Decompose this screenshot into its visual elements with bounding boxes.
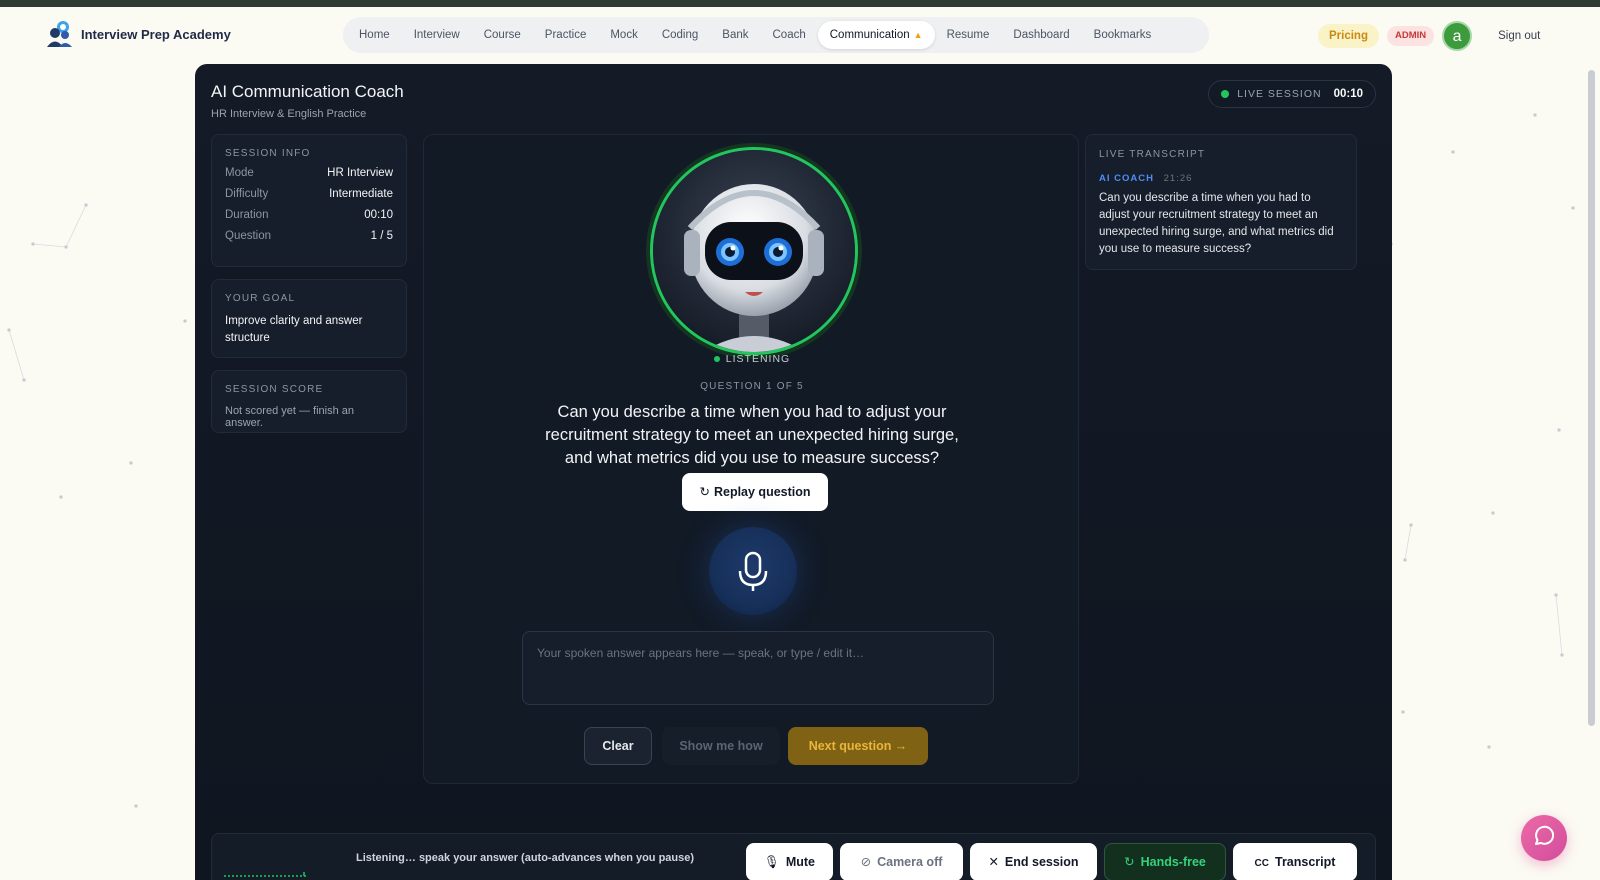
nav-item-bookmarks[interactable]: Bookmarks (1082, 21, 1164, 49)
info-row-mode: Mode HR Interview (225, 167, 393, 179)
info-value: Intermediate (329, 188, 393, 200)
nav-right: Pricing ADMIN a Sign out (1318, 21, 1540, 51)
transcript-label: LIVE TRANSCRIPT (1099, 149, 1206, 160)
live-session-label: LIVE SESSION (1237, 88, 1322, 100)
transcript-text: Can you describe a time when you had to … (1099, 192, 1334, 255)
info-value: HR Interview (327, 167, 393, 179)
sign-out-link[interactable]: Sign out (1498, 30, 1540, 42)
brand-name: Interview Prep Academy (81, 26, 231, 42)
avatar[interactable]: a (1442, 21, 1473, 51)
live-session-timer: 00:10 (1333, 88, 1363, 100)
info-value: 00:10 (364, 209, 393, 221)
page-scrollbar[interactable] (1588, 70, 1595, 726)
nav-item-practice[interactable]: Practice (533, 21, 599, 49)
info-key: Duration (225, 209, 269, 221)
admin-badge[interactable]: ADMIN (1386, 26, 1435, 46)
coach-panel: AI Communication Coach HR Interview & En… (195, 64, 1392, 880)
listening-hint: Listening… speak your answer (auto-advan… (356, 852, 695, 864)
captions-icon: CC (1254, 858, 1269, 869)
listening-label: LISTENING (725, 353, 791, 365)
replay-question-button[interactable]: ↻ Replay question (682, 473, 828, 511)
session-info-label: SESSION INFO (225, 148, 311, 159)
audio-waveform (224, 872, 306, 877)
info-key: Question (225, 230, 272, 242)
live-session-badge: LIVE SESSION 00:10 (1208, 80, 1376, 108)
ai-coach-avatar (650, 147, 858, 355)
nav-item-mock[interactable]: Mock (598, 21, 649, 49)
info-row-duration: Duration 00:10 (225, 209, 393, 221)
nav-item-resume[interactable]: Resume (935, 21, 1002, 49)
nav-item-home[interactable]: Home (347, 21, 402, 49)
nav-item-interview[interactable]: Interview (402, 21, 472, 49)
chat-button[interactable] (1521, 815, 1567, 861)
pricing-button[interactable]: Pricing (1318, 24, 1379, 48)
top-navbar: Interview Prep Academy Home Interview Co… (0, 7, 1600, 65)
page-title: AI Communication Coach (211, 82, 404, 101)
hands-free-label: Hands-free (1140, 855, 1206, 869)
question-text: Can you describe a time when you had to … (545, 403, 959, 467)
info-row-difficulty: Difficulty Intermediate (225, 188, 393, 200)
coach-stage: LISTENING QUESTION 1 OF 5 Can you descri… (423, 134, 1079, 784)
goal-text: Improve clarity and answer structure (225, 315, 363, 344)
camera-off-icon: ⊘ (860, 855, 872, 869)
main-nav: Home Interview Course Practice Mock Codi… (343, 17, 1209, 53)
live-dot-icon (1221, 90, 1230, 98)
answer-input[interactable] (522, 631, 994, 705)
chat-bubble-icon (1535, 825, 1555, 845)
end-session-label: End session (1004, 855, 1079, 869)
goal-card: YOUR GOAL Improve clarity and answer str… (211, 279, 407, 358)
mute-label: Mute (785, 855, 816, 869)
end-session-button[interactable]: ✕ End session (970, 843, 1097, 880)
close-icon: ✕ (988, 855, 999, 869)
session-control-bar: Listening… speak your answer (auto-advan… (211, 833, 1376, 880)
show-me-how-button[interactable]: Show me how (662, 727, 780, 765)
transcript-time: 21:26 (1163, 173, 1193, 184)
status-dot-icon (713, 356, 720, 363)
score-card: SESSION SCORE Not scored yet — finish an… (211, 370, 407, 433)
refresh-icon: ↻ (1124, 855, 1135, 869)
microphone-button[interactable] (709, 527, 797, 615)
replay-icon: ↻ (699, 485, 710, 499)
nav-item-coding[interactable]: Coding (650, 21, 710, 49)
microphone-icon (738, 551, 768, 591)
hands-free-toggle[interactable]: ↻ Hands-free (1104, 843, 1226, 880)
transcript-button-label: Transcript (1275, 855, 1336, 869)
session-info-card: SESSION INFO Mode HR Interview Difficult… (211, 134, 407, 267)
camera-off-button[interactable]: ⊘ Camera off (840, 843, 963, 880)
nav-item-bank[interactable]: Bank (710, 21, 760, 49)
info-value: 1 / 5 (370, 230, 393, 242)
question-counter: QUESTION 1 OF 5 (700, 381, 804, 392)
score-text: Not scored yet — finish an answer. (225, 405, 355, 429)
info-key: Difficulty (225, 188, 269, 200)
info-key: Mode (225, 167, 254, 179)
nav-item-coach[interactable]: Coach (761, 21, 818, 49)
score-label: SESSION SCORE (225, 384, 324, 395)
camera-label: Camera off (877, 855, 943, 869)
replay-label: Replay question (713, 485, 811, 499)
microphone-icon: 🎙 (763, 855, 780, 869)
transcript-speaker: AI COACH (1099, 173, 1154, 184)
brand-logo-icon (47, 21, 72, 47)
listening-status: LISTENING (424, 353, 1080, 365)
transcript-entry-header: AI COACH 21:26 (1099, 173, 1343, 184)
next-question-button[interactable]: Next question → (788, 727, 928, 765)
nav-item-dashboard[interactable]: Dashboard (1001, 21, 1081, 49)
goal-label: YOUR GOAL (225, 293, 296, 304)
live-transcript-card: LIVE TRANSCRIPT AI COACH 21:26 Can you d… (1085, 134, 1357, 270)
nav-item-communication-label: Communication (829, 29, 910, 41)
info-row-question: Question 1 / 5 (225, 230, 393, 242)
brand[interactable]: Interview Prep Academy (45, 20, 231, 48)
nav-item-communication[interactable]: Communication ▲ (817, 21, 935, 49)
page-subtitle: HR Interview & English Practice (211, 108, 367, 120)
nav-item-course[interactable]: Course (472, 21, 533, 49)
robot-icon (653, 150, 855, 352)
clear-button[interactable]: Clear (584, 727, 652, 765)
mute-button[interactable]: 🎙 Mute (746, 843, 833, 880)
transcript-button[interactable]: CC Transcript (1233, 843, 1357, 880)
fire-icon: ▲ (913, 30, 923, 40)
